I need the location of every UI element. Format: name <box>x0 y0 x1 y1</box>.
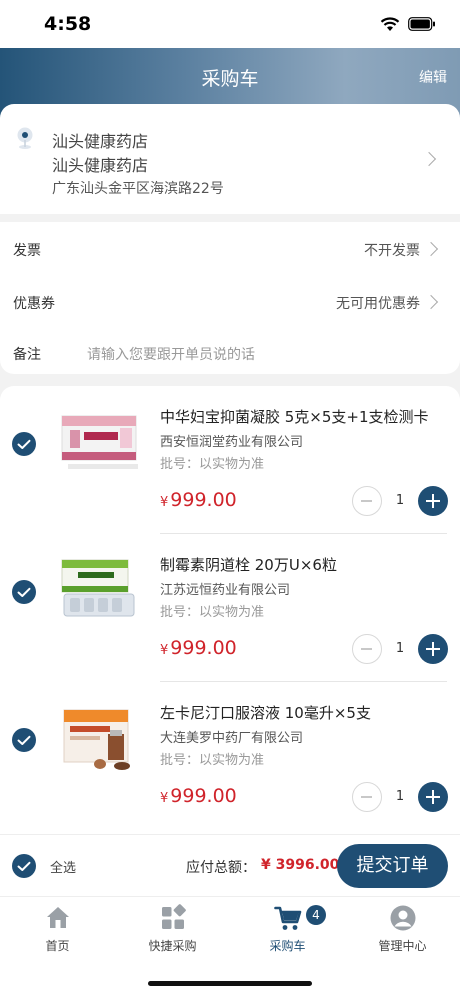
coupon-value: 无可用优惠券 <box>336 296 420 312</box>
product-maker: 西安恒润堂药业有限公司 <box>160 435 304 450</box>
product-image[interactable] <box>58 698 142 782</box>
product-image[interactable] <box>58 550 142 634</box>
product-title[interactable]: 中华妇宝抑菌凝胶 5克×5支+1支检测卡 <box>160 406 429 427</box>
invoice-row[interactable]: 发票 不开发票 <box>0 224 460 272</box>
chevron-right-icon <box>421 151 437 167</box>
address-card[interactable]: 汕头健康药店 汕头健康药店 广东汕头金平区海滨路22号 <box>0 104 460 214</box>
chevron-right-icon <box>423 294 439 310</box>
cart-icon <box>274 906 302 930</box>
home-icon <box>47 907 69 928</box>
decrease-button[interactable] <box>352 486 382 516</box>
currency-symbol: ¥ <box>160 495 169 510</box>
status-bar: 4:58 <box>0 0 460 48</box>
remark-row: 备注 请输入您要跟开单员说的话 <box>0 328 460 376</box>
status-time: 4:58 <box>44 13 92 35</box>
grid-icon <box>162 904 186 929</box>
check-icon <box>17 735 31 745</box>
product-maker: 江苏远恒药业有限公司 <box>160 583 291 598</box>
quantity-value[interactable]: 1 <box>392 493 408 508</box>
store-name: 汕头健康药店 <box>52 132 149 151</box>
cart-item: 中华妇宝抑菌凝胶 5克×5支+1支检测卡 西安恒润堂药业有限公司 批号：以实物为… <box>0 386 460 534</box>
quantity-value[interactable]: 1 <box>392 641 408 656</box>
remark-input[interactable]: 请输入您要跟开单员说的话 <box>87 344 255 364</box>
contact-name: 汕头健康药店 <box>52 156 149 175</box>
increase-button[interactable] <box>418 782 448 812</box>
chevron-right-icon <box>423 241 439 257</box>
tab-cart[interactable]: 4 采购车 <box>230 897 345 959</box>
tab-label: 快捷采购 <box>148 939 197 953</box>
invoice-value: 不开发票 <box>364 243 420 259</box>
cart-item: 制霉素阴道栓 20万U×6粒 江苏远恒药业有限公司 批号：以实物为准 ¥999.… <box>0 534 460 682</box>
tab-quick-purchase[interactable]: 快捷采购 <box>115 897 230 959</box>
product-price: ¥999.00 <box>160 637 237 659</box>
item-checkbox[interactable] <box>12 580 36 604</box>
product-price: ¥999.00 <box>160 785 237 807</box>
check-icon <box>17 587 31 597</box>
price-value: 999.00 <box>170 489 237 511</box>
user-icon <box>390 905 416 931</box>
page-title: 采购车 <box>201 68 259 90</box>
status-icons <box>380 16 436 32</box>
address-text: 广东汕头金平区海滨路22号 <box>52 181 224 197</box>
check-icon <box>17 439 31 449</box>
quantity-stepper: 1 <box>352 782 448 814</box>
total-label: 应付总额： <box>186 860 256 876</box>
product-batch: 批号：以实物为准 <box>160 753 265 768</box>
select-all-label[interactable]: 全选 <box>50 857 76 876</box>
currency-symbol: ¥ <box>160 643 169 658</box>
currency-symbol: ¥ <box>160 791 169 806</box>
quantity-value[interactable]: 1 <box>392 789 408 804</box>
tab-label: 管理中心 <box>378 939 427 953</box>
item-checkbox[interactable] <box>12 432 36 456</box>
product-batch: 批号：以实物为准 <box>160 457 265 472</box>
battery-icon <box>408 17 435 31</box>
price-value: 999.00 <box>170 637 237 659</box>
remark-label: 备注 <box>13 347 41 363</box>
product-maker: 大连美罗中药厂有限公司 <box>160 731 304 746</box>
tab-label: 采购车 <box>269 939 306 953</box>
home-indicator <box>148 981 312 986</box>
submit-order-button[interactable]: 提交订单 <box>337 844 448 888</box>
product-price: ¥999.00 <box>160 489 237 511</box>
invoice-label: 发票 <box>13 243 41 259</box>
select-all-checkbox[interactable] <box>12 854 36 878</box>
wifi-icon <box>380 16 400 31</box>
quantity-stepper: 1 <box>352 634 448 666</box>
checkout-bar: 全选 应付总额： ¥ 3996.00 提交订单 <box>0 834 460 896</box>
product-title[interactable]: 制霉素阴道栓 20万U×6粒 <box>160 554 337 575</box>
cart-item: 左卡尼汀口服溶液 10毫升×5支 大连美罗中药厂有限公司 批号：以实物为准 ¥9… <box>0 682 460 830</box>
total-value: ¥ 3996.00 <box>261 857 340 873</box>
coupon-label: 优惠券 <box>13 296 55 312</box>
product-image[interactable] <box>58 402 142 486</box>
location-pin-icon <box>17 127 33 149</box>
increase-button[interactable] <box>418 486 448 516</box>
decrease-button[interactable] <box>352 782 382 812</box>
cart-list: 中华妇宝抑菌凝胶 5克×5支+1支检测卡 西安恒润堂药业有限公司 批号：以实物为… <box>0 386 460 834</box>
product-title[interactable]: 左卡尼汀口服溶液 10毫升×5支 <box>160 702 371 723</box>
product-batch: 批号：以实物为准 <box>160 605 265 620</box>
coupon-row[interactable]: 优惠券 无可用优惠券 <box>0 277 460 325</box>
item-checkbox[interactable] <box>12 728 36 752</box>
increase-button[interactable] <box>418 634 448 664</box>
edit-button[interactable]: 编辑 <box>419 67 447 87</box>
price-value: 999.00 <box>170 785 237 807</box>
tab-label: 首页 <box>45 939 70 953</box>
order-options-card: 发票 不开发票 优惠券 无可用优惠券 备注 请输入您要跟开单员说的话 <box>0 222 460 374</box>
quantity-stepper: 1 <box>352 486 448 518</box>
decrease-button[interactable] <box>352 634 382 664</box>
check-icon <box>17 861 31 871</box>
tab-home[interactable]: 首页 <box>0 897 115 959</box>
tab-management[interactable]: 管理中心 <box>345 897 460 959</box>
cart-count-badge: 4 <box>306 905 326 925</box>
